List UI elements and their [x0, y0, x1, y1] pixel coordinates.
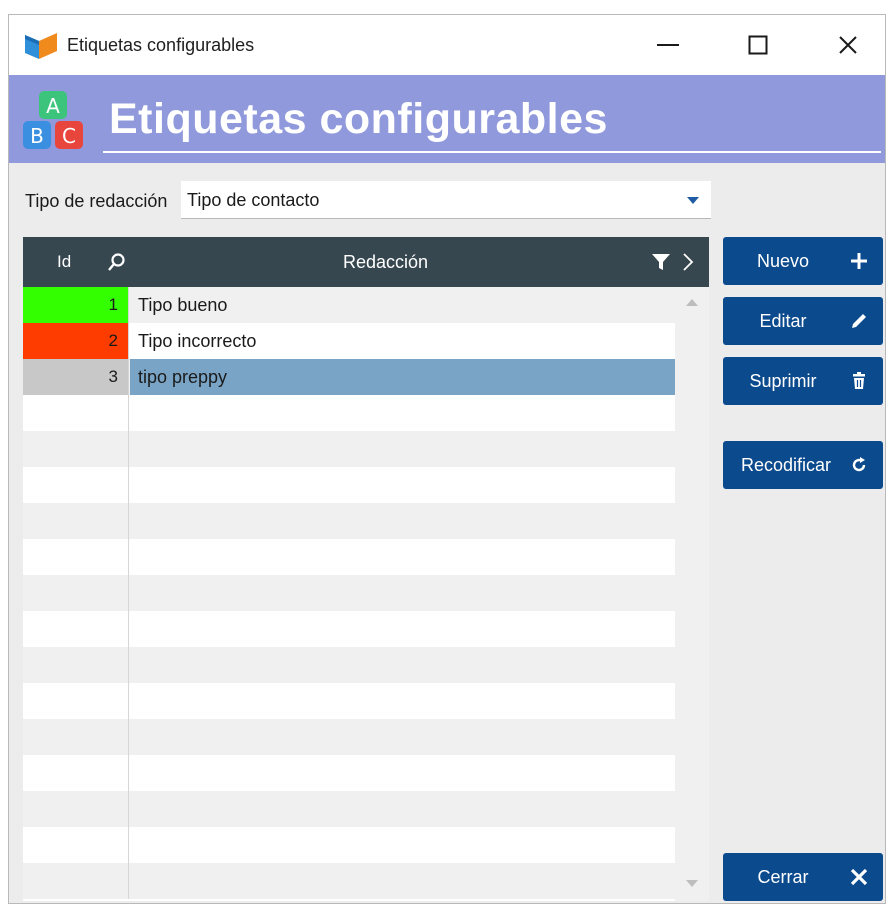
redaccion-cell: [130, 431, 675, 467]
id-cell: [23, 611, 129, 647]
redaccion-cell: [130, 719, 675, 755]
redaccion-cell: [130, 467, 675, 503]
cerrar-label: Cerrar: [757, 867, 809, 887]
page-title: Etiquetas configurables: [109, 95, 608, 143]
nuevo-button[interactable]: Nuevo: [723, 237, 883, 285]
redaccion-cell: [130, 791, 675, 827]
window-title: Etiquetas configurables: [67, 35, 255, 55]
table-row[interactable]: [23, 683, 675, 719]
redaccion-cell: Tipo incorrecto: [138, 331, 257, 351]
redaccion-cell: [130, 395, 675, 431]
redaccion-cell: [130, 611, 675, 647]
id-cell: [23, 647, 129, 683]
recodificar-button[interactable]: Recodificar: [723, 441, 883, 489]
table-row[interactable]: [23, 791, 675, 827]
table-row[interactable]: 1 Tipo bueno: [23, 287, 675, 323]
id-cell: [23, 791, 129, 827]
table-row[interactable]: 2 Tipo incorrecto: [23, 323, 675, 359]
svg-text:B: B: [30, 124, 44, 148]
close-window-button[interactable]: [803, 15, 885, 75]
maximize-icon: [748, 35, 768, 55]
table-row[interactable]: [23, 539, 675, 575]
id-cell: [23, 503, 129, 539]
refresh-icon: [852, 457, 866, 472]
nuevo-label: Nuevo: [756, 251, 810, 271]
id-cell: 3: [23, 359, 129, 395]
trash-icon: [853, 372, 865, 389]
pencil-icon: [852, 314, 866, 328]
redaccion-cell: [130, 863, 675, 899]
svg-text:A: A: [46, 94, 60, 118]
table-row[interactable]: [23, 467, 675, 503]
chevron-right-icon[interactable]: [681, 251, 695, 273]
cerrar-button[interactable]: Cerrar: [723, 853, 883, 901]
table-row[interactable]: 3 tipo preppy: [23, 359, 675, 395]
id-cell: [23, 719, 129, 755]
redaccion-cell: [130, 683, 675, 719]
close-icon: [839, 36, 857, 54]
id-cell: [23, 395, 129, 431]
table-row[interactable]: [23, 863, 675, 899]
column-header-id[interactable]: Id: [57, 252, 71, 272]
table-row[interactable]: [23, 647, 675, 683]
column-header-redaccion[interactable]: Redacción: [343, 252, 428, 273]
suprimir-button[interactable]: Suprimir: [723, 357, 883, 405]
table-row[interactable]: [23, 827, 675, 863]
table-row[interactable]: [23, 395, 675, 431]
id-cell: [23, 431, 129, 467]
plus-icon: [851, 253, 867, 269]
scroll-down-icon[interactable]: [686, 880, 698, 887]
redaccion-cell: [130, 539, 675, 575]
svg-text:C: C: [62, 124, 76, 148]
table-row[interactable]: [23, 575, 675, 611]
id-cell: [23, 755, 129, 791]
table-row[interactable]: [23, 503, 675, 539]
id-cell: 1: [23, 287, 129, 323]
redaccion-cell: [130, 647, 675, 683]
id-cell: [23, 539, 129, 575]
vertical-scrollbar[interactable]: [675, 287, 709, 901]
redaccion-cell: [130, 755, 675, 791]
id-cell: [23, 467, 129, 503]
header-underline: [103, 151, 881, 153]
redaccion-cell: [130, 827, 675, 863]
table-body: 1 Tipo bueno 2 Tipo incorrecto 3 tipo preppy: [23, 287, 675, 899]
page-header: A B C Etiquetas configurables: [9, 75, 885, 163]
redaccion-cell: [130, 503, 675, 539]
id-cell: [23, 827, 129, 863]
redaccion-cell: tipo preppy: [130, 359, 675, 395]
id-cell: [23, 575, 129, 611]
table-row[interactable]: [23, 719, 675, 755]
table-row[interactable]: [23, 755, 675, 791]
minimize-icon: [657, 44, 679, 46]
editar-button[interactable]: Editar: [723, 297, 883, 345]
id-cell: [23, 683, 129, 719]
close-icon: [850, 868, 868, 886]
table-header: Id Redacción: [23, 237, 709, 287]
filter-icon[interactable]: [651, 252, 671, 272]
maximize-button[interactable]: [713, 15, 803, 75]
minimize-button[interactable]: [623, 15, 713, 75]
search-icon[interactable]: [107, 252, 127, 272]
table-row[interactable]: [23, 431, 675, 467]
id-cell: [23, 863, 129, 899]
scroll-up-icon[interactable]: [686, 299, 698, 306]
tipo-redaccion-value: Tipo de contacto: [187, 190, 320, 210]
redaccion-cell: [130, 575, 675, 611]
app-window: Etiquetas configurables A B C Etiquetas …: [8, 14, 886, 904]
recodificar-label: Recodificar: [740, 455, 832, 475]
app-logo-icon: [25, 33, 57, 59]
tipo-redaccion-label: Tipo de redacción: [25, 191, 168, 211]
editar-label: Editar: [759, 311, 807, 331]
suprimir-label: Suprimir: [749, 371, 817, 391]
tipo-redaccion-select[interactable]: Tipo de contacto: [181, 181, 711, 219]
abc-blocks-icon: A B C: [23, 91, 83, 149]
table-row[interactable]: [23, 611, 675, 647]
etiquetas-table: Id Redacción 1 Tipo bueno 2 Tipo incorrecto…: [23, 237, 709, 901]
id-cell: 2: [23, 323, 129, 359]
redaccion-cell: Tipo bueno: [138, 295, 228, 315]
chevron-down-icon[interactable]: [687, 197, 699, 204]
title-bar: Etiquetas configurables: [9, 15, 885, 75]
